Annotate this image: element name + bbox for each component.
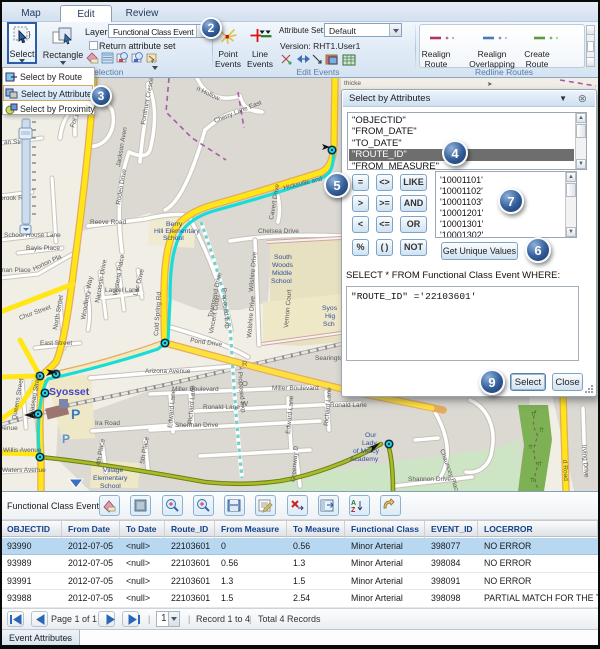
svg-text:thicke: thicke xyxy=(344,80,361,87)
svg-text:Academy: Academy xyxy=(350,456,379,463)
svg-text:Hill Elementary: Hill Elementary xyxy=(154,228,200,235)
svg-text:d Road: d Road xyxy=(561,460,569,482)
svg-text:Miller Boulevard: Miller Boulevard xyxy=(172,386,219,393)
svg-text:⇈: ⇈ xyxy=(531,411,536,418)
svg-text:⇈: ⇈ xyxy=(530,477,535,484)
svg-text:Middle: Middle xyxy=(272,270,292,277)
svg-text:Lady: Lady xyxy=(362,440,377,447)
svg-text:Miller Boulevard: Miller Boulevard xyxy=(272,385,319,392)
svg-text:P: P xyxy=(71,406,80,422)
svg-text:South: South xyxy=(274,254,292,261)
svg-text:A: A xyxy=(351,500,356,507)
svg-text:Chelsea Drive: Chelsea Drive xyxy=(258,228,299,235)
svg-text:Waters Avenue: Waters Avenue xyxy=(2,467,46,474)
svg-text:Berry: Berry xyxy=(166,221,183,228)
svg-text:O: O xyxy=(242,379,248,388)
svg-text:venue: venue xyxy=(0,425,18,432)
svg-text:W: W xyxy=(241,399,249,408)
svg-text:East Street: East Street xyxy=(40,340,72,347)
svg-text:R: R xyxy=(242,359,248,368)
svg-text:School: School xyxy=(271,278,292,285)
svg-text:School House Lane: School House Lane xyxy=(4,232,61,239)
svg-text:School: School xyxy=(163,235,184,242)
svg-text:}: } xyxy=(28,30,31,39)
svg-text:Our: Our xyxy=(365,432,377,439)
svg-text:Ronald Lane: Ronald Lane xyxy=(203,404,240,411)
svg-text:Sch: Sch xyxy=(323,321,335,328)
svg-text:man Place: man Place xyxy=(0,267,31,274)
svg-text:of Mercy: of Mercy xyxy=(353,448,380,455)
svg-text:School: School xyxy=(100,483,121,490)
svg-text:Elementary: Elementary xyxy=(93,475,128,482)
svg-text:Ronald Lane: Ronald Lane xyxy=(330,402,367,409)
svg-text:⇈: ⇈ xyxy=(539,427,544,434)
svg-text:Willis Avenue: Willis Avenue xyxy=(3,447,42,454)
svg-text:Syos: Syos xyxy=(322,305,338,312)
svg-text:Ira Road: Ira Road xyxy=(95,420,120,427)
svg-text:Bayls Place: Bayls Place xyxy=(26,245,60,252)
svg-text:Reeve Road: Reeve Road xyxy=(90,219,127,226)
svg-text:Arizona Avenue: Arizona Avenue xyxy=(145,368,191,375)
svg-text:➤: ➤ xyxy=(487,81,493,88)
svg-text:Shannon Drive: Shannon Drive xyxy=(408,476,451,483)
svg-text:Sherman Drive: Sherman Drive xyxy=(175,422,219,429)
svg-text:Z: Z xyxy=(351,507,356,514)
svg-text:Village: Village xyxy=(103,467,124,474)
svg-text:Syosset: Syosset xyxy=(49,386,90,398)
svg-text:Hig: Hig xyxy=(325,313,335,320)
svg-text:⇈: ⇈ xyxy=(537,461,542,468)
svg-text:P: P xyxy=(62,432,70,446)
svg-text:⇈: ⇈ xyxy=(528,444,533,451)
svg-text:Woods: Woods xyxy=(272,262,294,269)
